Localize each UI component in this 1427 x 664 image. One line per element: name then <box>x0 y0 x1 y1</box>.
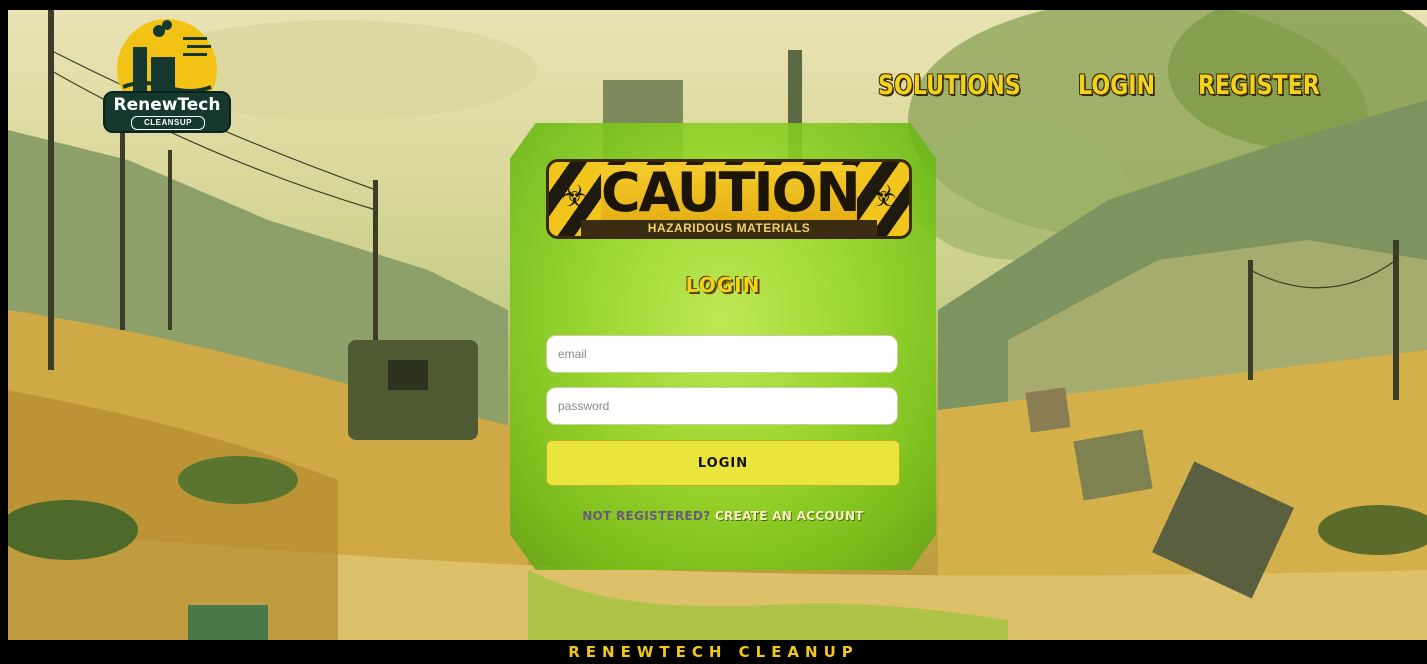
logo-tagline: CLEANSUP <box>131 116 205 130</box>
logo-badge: RenewTech CLEANSUP <box>103 91 231 133</box>
login-title: LOGIN <box>685 273 761 297</box>
footer-brand-text: RENEWTECH CLEANUP <box>568 643 859 661</box>
logo-name: RenewTech <box>113 95 221 115</box>
nav-register-link[interactable]: REGISTER <box>1198 70 1320 101</box>
register-prompt: NOT REGISTERED? CREATE AN ACCOUNT <box>510 509 936 523</box>
email-field[interactable] <box>546 335 898 373</box>
nav-login-link[interactable]: LOGIN <box>1078 70 1155 101</box>
caution-sign: ☣ CAUTION HAZARIDOUS MATERIALS ☣ <box>546 159 912 239</box>
caution-subtitle: HAZARIDOUS MATERIALS <box>581 220 877 236</box>
top-nav: SOLUTIONS LOGIN REGISTER <box>878 70 1347 101</box>
footer: RENEWTECH CLEANUP <box>0 640 1427 664</box>
nav-solutions-link[interactable]: SOLUTIONS <box>878 70 1021 101</box>
register-question: NOT REGISTERED? <box>582 509 711 523</box>
login-panel: ☣ CAUTION HAZARIDOUS MATERIALS ☣ LOGIN L… <box>510 123 936 570</box>
caution-title: CAUTION <box>601 161 861 224</box>
brand-logo[interactable]: RenewTech CLEANSUP <box>103 17 231 135</box>
biohazard-icon: ☣ <box>561 180 588 213</box>
create-account-link[interactable]: CREATE AN ACCOUNT <box>715 509 864 523</box>
password-field[interactable] <box>546 387 898 425</box>
biohazard-icon: ☣ <box>870 180 897 213</box>
login-button[interactable]: LOGIN <box>546 440 900 486</box>
